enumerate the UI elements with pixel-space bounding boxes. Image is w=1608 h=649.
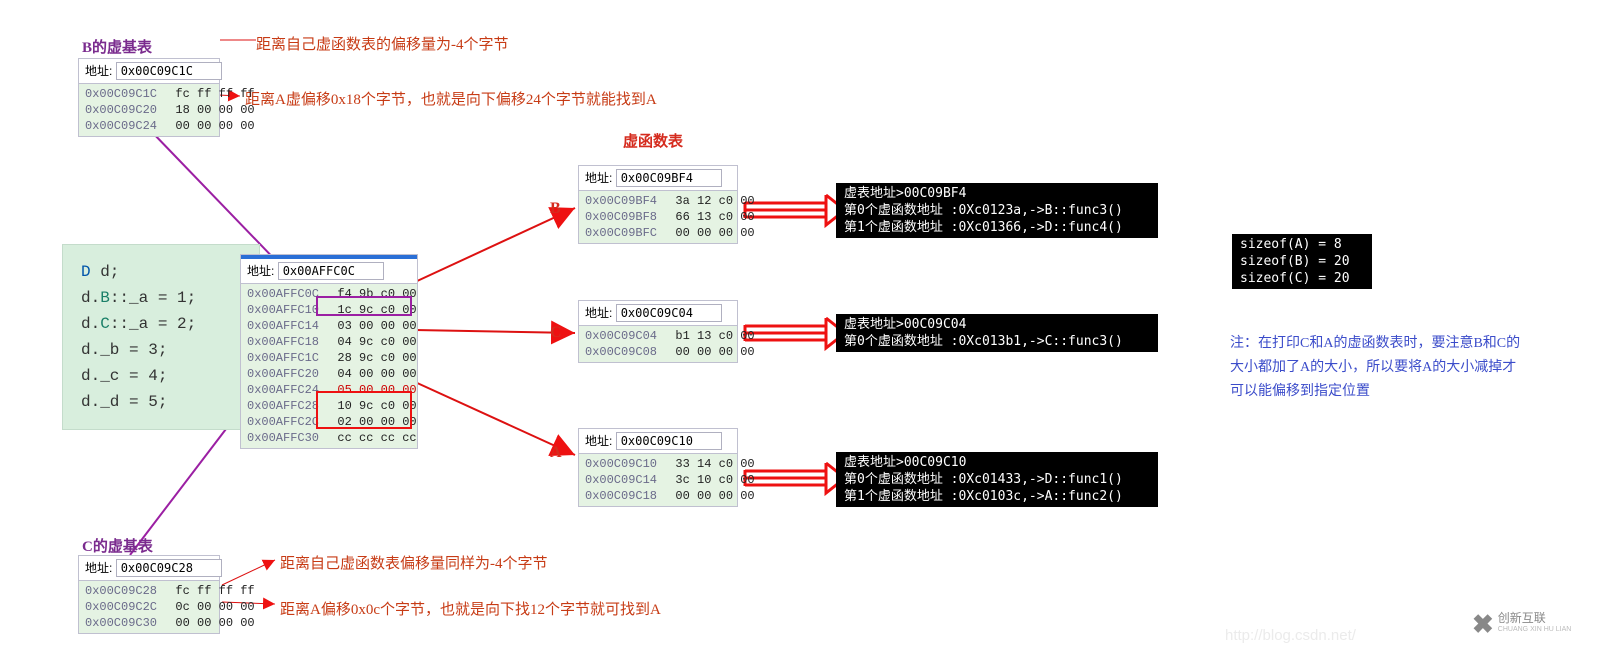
mem-box-c: 地址: 0x00C09C28 0x00C09C28 fc ff ff ff0x0… — [78, 555, 220, 634]
mem-header-b: 地址: 0x00C09C1C — [79, 59, 219, 84]
mem-addr-vc-input[interactable]: 0x00C09C04 — [616, 304, 722, 322]
addr-label: 地址: — [85, 561, 112, 575]
mem-addr-c-input[interactable]: 0x00C09C28 — [116, 559, 222, 577]
note-b-offset-a: 距离A虚偏移0x18个字节，也就是向下偏移24个字节就能找到A — [245, 88, 657, 109]
mem-body-main: 0x00AFFC0C f4 9b c0 000x00AFFC10 1c 9c c… — [241, 284, 417, 448]
letter-a: A — [550, 444, 562, 462]
note-c-offset-a: 距离A偏移0x0c个字节，也就是向下找12个字节就可找到A — [280, 598, 661, 619]
title-c-vbtable: C的虚基表 — [82, 535, 153, 556]
addr-label: 地址: — [585, 171, 612, 185]
mem-body-b: 0x00C09C1C fc ff ff ff0x00C09C20 18 00 0… — [79, 84, 219, 136]
addr-label: 地址: — [85, 64, 112, 78]
mem-box-b: 地址: 0x00C09C1C 0x00C09C1C fc ff ff ff0x0… — [78, 58, 220, 137]
addr-label: 地址: — [585, 306, 612, 320]
side-note: 注：在打印C和A的虚函数表时，要注意B和C的大小都加了A的大小，所以要将A的大小… — [1230, 332, 1525, 404]
code-l3b: C — [100, 315, 110, 333]
mem-addr-b-input[interactable]: 0x00C09C1C — [116, 62, 222, 80]
code-l5: d._c = 4; — [81, 363, 241, 389]
code-type-D: D — [81, 263, 100, 281]
note-b-offset-self: 距离自己虚函数表的偏移量为-4个字节 — [256, 33, 509, 54]
watermark: http://blog.csdn.net/ — [1225, 627, 1356, 644]
logo-icon: ✖ — [1472, 609, 1494, 640]
mem-body-va: 0x00C09C10 33 14 c0 000x00C09C14 3c 10 c… — [579, 454, 737, 506]
mem-box-vc: 地址: 0x00C09C04 0x00C09C04 b1 13 c0 000x0… — [578, 300, 738, 363]
code-l6: d._d = 5; — [81, 389, 241, 415]
mem-body-c: 0x00C09C28 fc ff ff ff0x00C09C2C 0c 00 0… — [79, 581, 219, 633]
code-l1b: d; — [100, 263, 119, 281]
mem-addr-main-input[interactable]: 0x00AFFC0C — [278, 262, 384, 280]
addr-label: 地址: — [247, 264, 274, 278]
console-sizeof: sizeof(A) = 8 sizeof(B) = 20 sizeof(C) =… — [1232, 234, 1372, 289]
code-l2a: d. — [81, 289, 100, 307]
letter-c: C — [550, 324, 562, 342]
code-l3a: d. — [81, 315, 100, 333]
mem-body-vc: 0x00C09C04 b1 13 c0 000x00C09C08 00 00 0… — [579, 326, 737, 362]
mem-box-main: 地址: 0x00AFFC0C 0x00AFFC0C f4 9b c0 000x0… — [240, 254, 418, 449]
mem-addr-va-input[interactable]: 0x00C09C10 — [616, 432, 722, 450]
note-c-offset-self: 距离自己虚函数表偏移量同样为-4个字节 — [280, 552, 548, 573]
title-b-vbtable: B的虚基表 — [82, 36, 152, 57]
logo: ✖ 创新互联CHUANG XIN HU LIAN — [1472, 603, 1602, 645]
mem-addr-vb-input[interactable]: 0x00C09BF4 — [616, 169, 722, 187]
mem-box-vb: 地址: 0x00C09BF4 0x00C09BF4 3a 12 c0 000x0… — [578, 165, 738, 244]
code-l3c: ::_a = 2; — [110, 315, 196, 333]
code-block: D d; d.B::_a = 1; d.C::_a = 2; d._b = 3;… — [62, 244, 260, 430]
mem-box-va: 地址: 0x00C09C10 0x00C09C10 33 14 c0 000x0… — [578, 428, 738, 507]
code-l4: d._b = 3; — [81, 337, 241, 363]
console-a: 虚表地址>00C09C10 第0个虚函数地址 :0Xc01433,->D::fu… — [836, 452, 1158, 507]
letter-b: B — [550, 200, 561, 218]
addr-label: 地址: — [585, 434, 612, 448]
logo-text: 创新互联 — [1498, 612, 1572, 624]
code-l2c: ::_a = 1; — [110, 289, 196, 307]
mem-body-vb: 0x00C09BF4 3a 12 c0 000x00C09BF8 66 13 c… — [579, 191, 737, 243]
code-l2b: B — [100, 289, 110, 307]
title-vftable: 虚函数表 — [623, 130, 683, 151]
console-b: 虚表地址>00C09BF4 第0个虚函数地址 :0Xc0123a,->B::fu… — [836, 183, 1158, 238]
console-c: 虚表地址>00C09C04 第0个虚函数地址 :0Xc013b1,->C::fu… — [836, 314, 1158, 352]
